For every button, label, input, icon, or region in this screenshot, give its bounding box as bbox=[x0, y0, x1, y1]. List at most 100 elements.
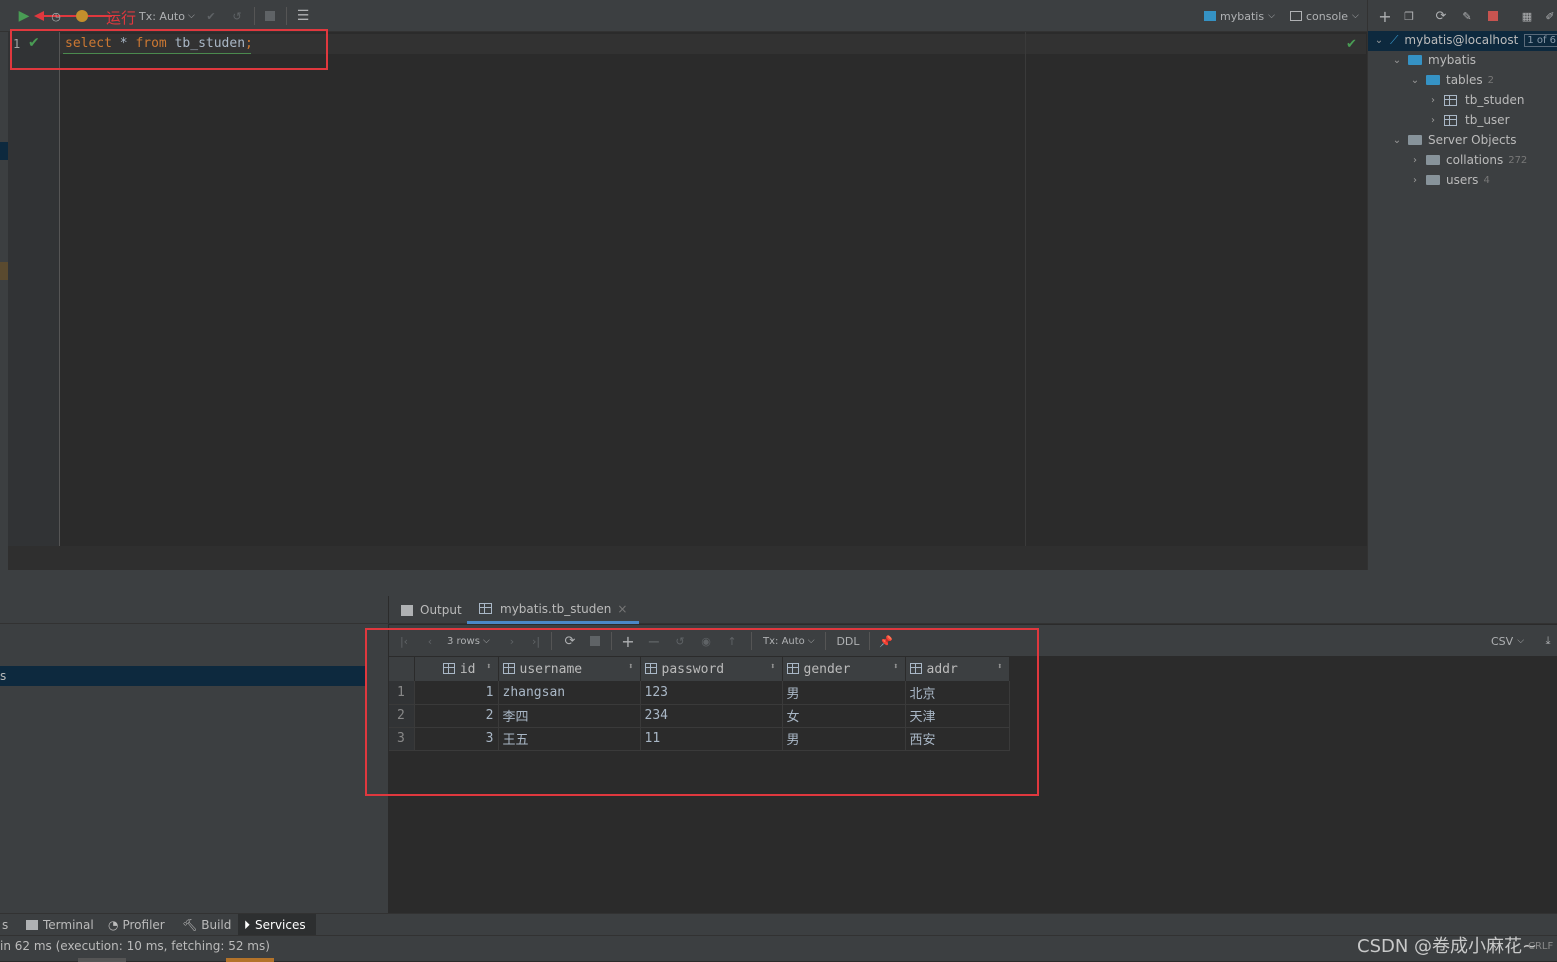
chevron-down-icon: ⌵ bbox=[1352, 11, 1359, 21]
export-format-dropdown[interactable]: CSV ⌵ bbox=[1491, 631, 1531, 651]
chevron-right-icon: › bbox=[1431, 94, 1435, 106]
tree-table-tb-studen[interactable]: › tb_studen bbox=[1426, 90, 1525, 110]
table-icon bbox=[479, 603, 492, 614]
history-icon[interactable]: ◷ bbox=[48, 6, 64, 26]
schema-icon bbox=[1408, 55, 1422, 65]
database-panel-toolbar: + ❐ ⟳ ✎ ▦ ✐ bbox=[1368, 0, 1557, 32]
chevron-down-icon: ⌄ bbox=[1392, 134, 1402, 146]
editor-right-margin bbox=[1025, 32, 1026, 546]
status-bar: in 62 ms (execution: 10 ms, fetching: 52… bbox=[0, 935, 1557, 962]
table-icon bbox=[1444, 114, 1457, 126]
folder-icon bbox=[1426, 175, 1440, 185]
chevron-down-icon: ⌵ bbox=[1517, 636, 1525, 646]
chevron-right-icon: › bbox=[1431, 114, 1435, 126]
inspection-ok-icon: ✔ bbox=[1346, 37, 1357, 52]
tool-tab-build[interactable]: 🔨︎ Build bbox=[176, 914, 237, 936]
folder-icon bbox=[1426, 75, 1440, 85]
folder-icon bbox=[1408, 135, 1422, 145]
add-icon[interactable]: + bbox=[1376, 6, 1394, 26]
tool-tab-label: s bbox=[2, 918, 9, 932]
explain-icon[interactable] bbox=[74, 6, 90, 26]
tool-tab-label: Profiler bbox=[122, 918, 165, 932]
chevron-right-icon: › bbox=[1413, 154, 1417, 166]
services-tabs: Output mybatis.tb_studen × bbox=[389, 596, 1557, 624]
users-count: 4 bbox=[1483, 174, 1490, 186]
tab-result[interactable]: mybatis.tb_studen × bbox=[467, 596, 640, 624]
line-separator-indicator[interactable]: CRLF bbox=[1528, 941, 1553, 952]
collations-count: 272 bbox=[1508, 154, 1528, 166]
close-icon[interactable]: × bbox=[617, 602, 627, 616]
chevron-down-icon: ⌄ bbox=[1410, 74, 1420, 86]
chevron-right-icon: › bbox=[1413, 174, 1417, 186]
rollback-icon[interactable]: ↺ bbox=[228, 6, 246, 26]
services-icon: ⏵ bbox=[244, 917, 251, 932]
copy-icon[interactable]: ❐ bbox=[1400, 6, 1418, 26]
console-dropdown[interactable]: console ⌵ bbox=[1290, 6, 1362, 26]
tool-tab-services[interactable]: ⏵ Services bbox=[238, 914, 316, 936]
terminal-icon bbox=[26, 920, 38, 930]
left-strip-marker bbox=[0, 142, 8, 160]
stop-icon[interactable] bbox=[262, 6, 278, 26]
download-icon[interactable]: ⤓ bbox=[1541, 631, 1555, 651]
tree-connection[interactable]: ⌄ ⟋ mybatis@localhost 1 of 6 bbox=[1372, 30, 1557, 50]
tree-collations[interactable]: › collations 272 bbox=[1408, 150, 1527, 170]
services-tree-divider bbox=[0, 623, 389, 624]
left-tool-strip bbox=[0, 0, 8, 570]
users-label: users bbox=[1446, 173, 1479, 187]
tool-tab-profiler[interactable]: ◔ Profiler bbox=[102, 914, 171, 936]
results-highlight-box bbox=[365, 628, 1039, 796]
console-icon bbox=[1290, 11, 1302, 21]
connection-badge: 1 of 6 bbox=[1524, 33, 1557, 47]
refresh-icon[interactable]: ⟳ bbox=[1432, 6, 1450, 26]
services-tree-item-label: s bbox=[0, 669, 7, 683]
tree-server-objects[interactable]: ⌄ Server Objects bbox=[1390, 130, 1517, 150]
tables-label: tables bbox=[1446, 73, 1483, 87]
chevron-down-icon: ⌄ bbox=[1392, 54, 1402, 66]
tab-output[interactable]: Output bbox=[401, 596, 462, 624]
schema-label: mybatis bbox=[1428, 53, 1477, 67]
run-button[interactable]: ▶ bbox=[14, 6, 34, 26]
tool-tab-first[interactable]: s bbox=[0, 914, 14, 936]
table-label: tb_studen bbox=[1465, 93, 1525, 107]
tree-tables[interactable]: ⌄ tables 2 bbox=[1408, 70, 1494, 90]
hammer-icon: 🔨︎ bbox=[182, 918, 198, 932]
results-layout-icon[interactable]: ☰ bbox=[294, 6, 312, 26]
table-label: tb_user bbox=[1465, 113, 1510, 127]
server-objects-label: Server Objects bbox=[1428, 133, 1517, 147]
toolbar-divider bbox=[254, 7, 255, 25]
datasource-dropdown[interactable]: mybatis ⌵ bbox=[1204, 6, 1276, 26]
output-icon bbox=[401, 604, 413, 616]
tx-mode-label: Tx: Auto bbox=[139, 9, 185, 23]
services-tree-item[interactable]: s bbox=[0, 666, 365, 686]
tx-mode-dropdown[interactable]: Tx: Auto ⌵ bbox=[139, 6, 195, 26]
tree-table-tb-user[interactable]: › tb_user bbox=[1426, 110, 1510, 130]
run-annotation-label: 运行 bbox=[106, 9, 137, 27]
tree-users[interactable]: › users 4 bbox=[1408, 170, 1490, 190]
chevron-down-icon: ⌄ bbox=[1374, 34, 1384, 46]
status-message: in 62 ms (execution: 10 ms, fetching: 52… bbox=[0, 939, 270, 953]
edit-icon[interactable]: ✐ bbox=[1542, 6, 1557, 26]
editor-scroll-area bbox=[8, 546, 1367, 570]
connection-icon: ⟋ bbox=[1390, 32, 1399, 47]
table-editor-icon[interactable]: ▦ bbox=[1518, 6, 1536, 26]
table-icon bbox=[1444, 94, 1457, 106]
tool-tab-label: Terminal bbox=[43, 918, 94, 932]
panel-splitter[interactable] bbox=[0, 570, 1557, 596]
editor-toolbar: ▶ ◷ 运行 Tx: Auto ⌵ ✔ ↺ ☰ mybatis ⌵ consol… bbox=[0, 0, 1367, 32]
watermark: CSDN @卷成小麻花~ bbox=[1357, 936, 1538, 957]
properties-icon[interactable]: ✎ bbox=[1458, 6, 1476, 26]
datasource-icon bbox=[1204, 11, 1216, 21]
database-panel: + ❐ ⟳ ✎ ▦ ✐ ⌄ ⟋ mybatis@localhost 1 of 6… bbox=[1367, 0, 1557, 570]
commit-icon[interactable]: ✔ bbox=[202, 6, 220, 26]
toolbar-divider bbox=[286, 7, 287, 25]
datasource-label: mybatis bbox=[1220, 9, 1265, 23]
chevron-down-icon: ⌵ bbox=[187, 11, 195, 21]
disconnect-icon[interactable] bbox=[1484, 6, 1502, 26]
tab-output-label: Output bbox=[420, 603, 462, 617]
status-indicator bbox=[78, 958, 126, 962]
sql-editor[interactable] bbox=[8, 32, 1367, 546]
tool-tab-terminal[interactable]: Terminal bbox=[20, 914, 100, 936]
export-format-label: CSV bbox=[1491, 634, 1514, 648]
tree-schema[interactable]: ⌄ mybatis bbox=[1390, 50, 1476, 70]
console-label: console bbox=[1306, 9, 1349, 23]
